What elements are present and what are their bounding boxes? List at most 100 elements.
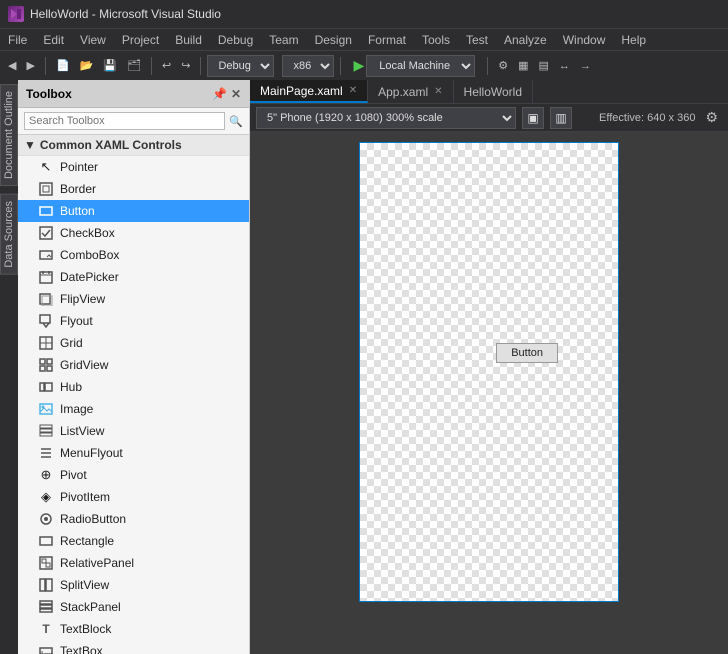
toolbox-item-gridview[interactable]: GridView [18,354,249,376]
collapse-icon: ▼ [24,138,36,152]
menu-file[interactable]: File [0,29,35,50]
toolbox-item-grid[interactable]: Grid [18,332,249,354]
item-label: MenuFlyout [60,446,123,460]
menu-build[interactable]: Build [167,29,210,50]
toolbox-category-xaml[interactable]: ▼ Common XAML Controls [18,135,249,156]
toolbox-items-list: ▼ Common XAML Controls ↖ Pointer Border … [18,135,249,654]
close-tab-2-icon[interactable]: ✕ [434,86,442,97]
data-sources-tab[interactable]: Data Sources [0,194,18,275]
item-label: TextBox [60,644,103,654]
menu-tools[interactable]: Tools [414,29,458,50]
design-canvas[interactable]: Button [359,142,619,602]
design-settings-button[interactable]: ⚙ [701,109,722,126]
toolbox-item-listview[interactable]: ListView [18,420,249,442]
toolbar-extra-3[interactable]: ▤ [535,55,553,77]
forward-button[interactable]: ▶ [22,55,38,77]
menu-design[interactable]: Design [307,29,360,50]
tab-helloworld[interactable]: HelloWorld [454,80,533,103]
toolbox-item-checkbox[interactable]: CheckBox [18,222,249,244]
toolbox-item-pivot[interactable]: ⊕ Pivot [18,464,249,486]
search-icon: 🔍 [229,115,243,128]
search-input[interactable] [24,112,225,130]
textblock-icon: T [38,621,54,637]
content-area: MainPage.xaml ✕ App.xaml ✕ HelloWorld 5"… [250,80,728,654]
toolbox-item-flipview[interactable]: FlipView [18,288,249,310]
relativepanel-icon [38,555,54,571]
save-all-button[interactable]: 🗂 [123,55,145,77]
tab-app-xaml[interactable]: App.xaml ✕ [368,80,453,103]
toolbox-item-textbox[interactable]: TextBox [18,640,249,654]
tab-bar: MainPage.xaml ✕ App.xaml ✕ HelloWorld [250,80,728,104]
item-label: PivotItem [60,490,110,504]
toolbar-extra-2[interactable]: ▦ [514,55,532,77]
toolbox-item-datepicker[interactable]: DatePicker [18,266,249,288]
menu-analyze[interactable]: Analyze [496,29,555,50]
menu-format[interactable]: Format [360,29,414,50]
design-view-button[interactable]: ▣ [522,107,544,129]
stackpanel-icon [38,599,54,615]
play-icon: ▶ [353,57,364,74]
effective-size-label: Effective: 640 x 360 [599,112,695,124]
datepicker-icon [38,269,54,285]
toolbar-separator-3 [200,57,201,75]
toolbox-item-radiobutton[interactable]: RadioButton [18,508,249,530]
toolbox-item-pivotitem[interactable]: ◈ PivotItem [18,486,249,508]
new-file-button[interactable]: 📄 [52,55,74,77]
canvas-area[interactable]: Button [250,132,728,654]
border-icon [38,181,54,197]
menu-edit[interactable]: Edit [35,29,72,50]
close-toolbox-icon[interactable]: ✕ [231,87,241,101]
tab-mainpage-xaml[interactable]: MainPage.xaml ✕ [250,80,368,103]
toolbox-item-border[interactable]: Border [18,178,249,200]
toolbox-item-flyout[interactable]: Flyout [18,310,249,332]
debug-config-dropdown[interactable]: Debug [207,55,274,77]
toolbar-extra-4[interactable]: ↔ [555,55,574,77]
item-label: DatePicker [60,270,119,284]
menu-view[interactable]: View [72,29,114,50]
device-select-dropdown[interactable]: 5" Phone (1920 x 1080) 300% scale [256,107,516,129]
menu-debug[interactable]: Debug [210,29,261,50]
run-target-dropdown[interactable]: Local Machine [366,55,475,77]
toolbar-separator-1 [45,57,46,75]
open-button[interactable]: 📂 [76,55,98,77]
item-label: GridView [60,358,108,372]
left-sidebar: Document Outline Data Sources [0,80,18,654]
toolbox-item-menuflyout[interactable]: MenuFlyout [18,442,249,464]
toolbox-item-relativepanel[interactable]: RelativePanel [18,552,249,574]
toolbox-item-combobox[interactable]: ComboBox [18,244,249,266]
item-label: RadioButton [60,512,126,526]
button-icon [38,203,54,219]
platform-dropdown[interactable]: x86 [282,55,334,77]
menu-project[interactable]: Project [114,29,167,50]
toolbar-separator-5 [487,57,488,75]
hub-icon [38,379,54,395]
toolbox-item-rectangle[interactable]: Rectangle [18,530,249,552]
close-tab-icon[interactable]: ✕ [349,85,357,96]
split-view-button[interactable]: ▥ [550,107,572,129]
toolbox-item-button[interactable]: Button [18,200,249,222]
toolbox-item-stackpanel[interactable]: StackPanel [18,596,249,618]
document-outline-tab[interactable]: Document Outline [0,84,18,186]
toolbox-item-image[interactable]: Image [18,398,249,420]
toolbox-item-pointer[interactable]: ↖ Pointer [18,156,249,178]
item-label: Rectangle [60,534,114,548]
run-button[interactable]: ▶ Local Machine [347,53,481,79]
item-label: Border [60,182,96,196]
save-button[interactable]: 💾 [99,55,121,77]
menu-window[interactable]: Window [555,29,614,50]
menu-team[interactable]: Team [261,29,306,50]
pin-icon[interactable]: 📌 [212,87,227,101]
design-toolbar: 5" Phone (1920 x 1080) 300% scale ▣ ▥ Ef… [250,104,728,132]
window-title: HelloWorld - Microsoft Visual Studio [30,7,221,21]
back-button[interactable]: ◀ [4,55,20,77]
toolbar-extra-5[interactable]: → [576,55,595,77]
redo-button[interactable]: ↪ [177,55,194,77]
toolbar-extra-1[interactable]: ⚙ [494,55,512,77]
menu-test[interactable]: Test [458,29,496,50]
menu-help[interactable]: Help [613,29,654,50]
undo-button[interactable]: ↩ [158,55,175,77]
toolbox-item-hub[interactable]: Hub [18,376,249,398]
toolbox-item-textblock[interactable]: T TextBlock [18,618,249,640]
item-label: ListView [60,424,104,438]
toolbox-item-splitview[interactable]: SplitView [18,574,249,596]
